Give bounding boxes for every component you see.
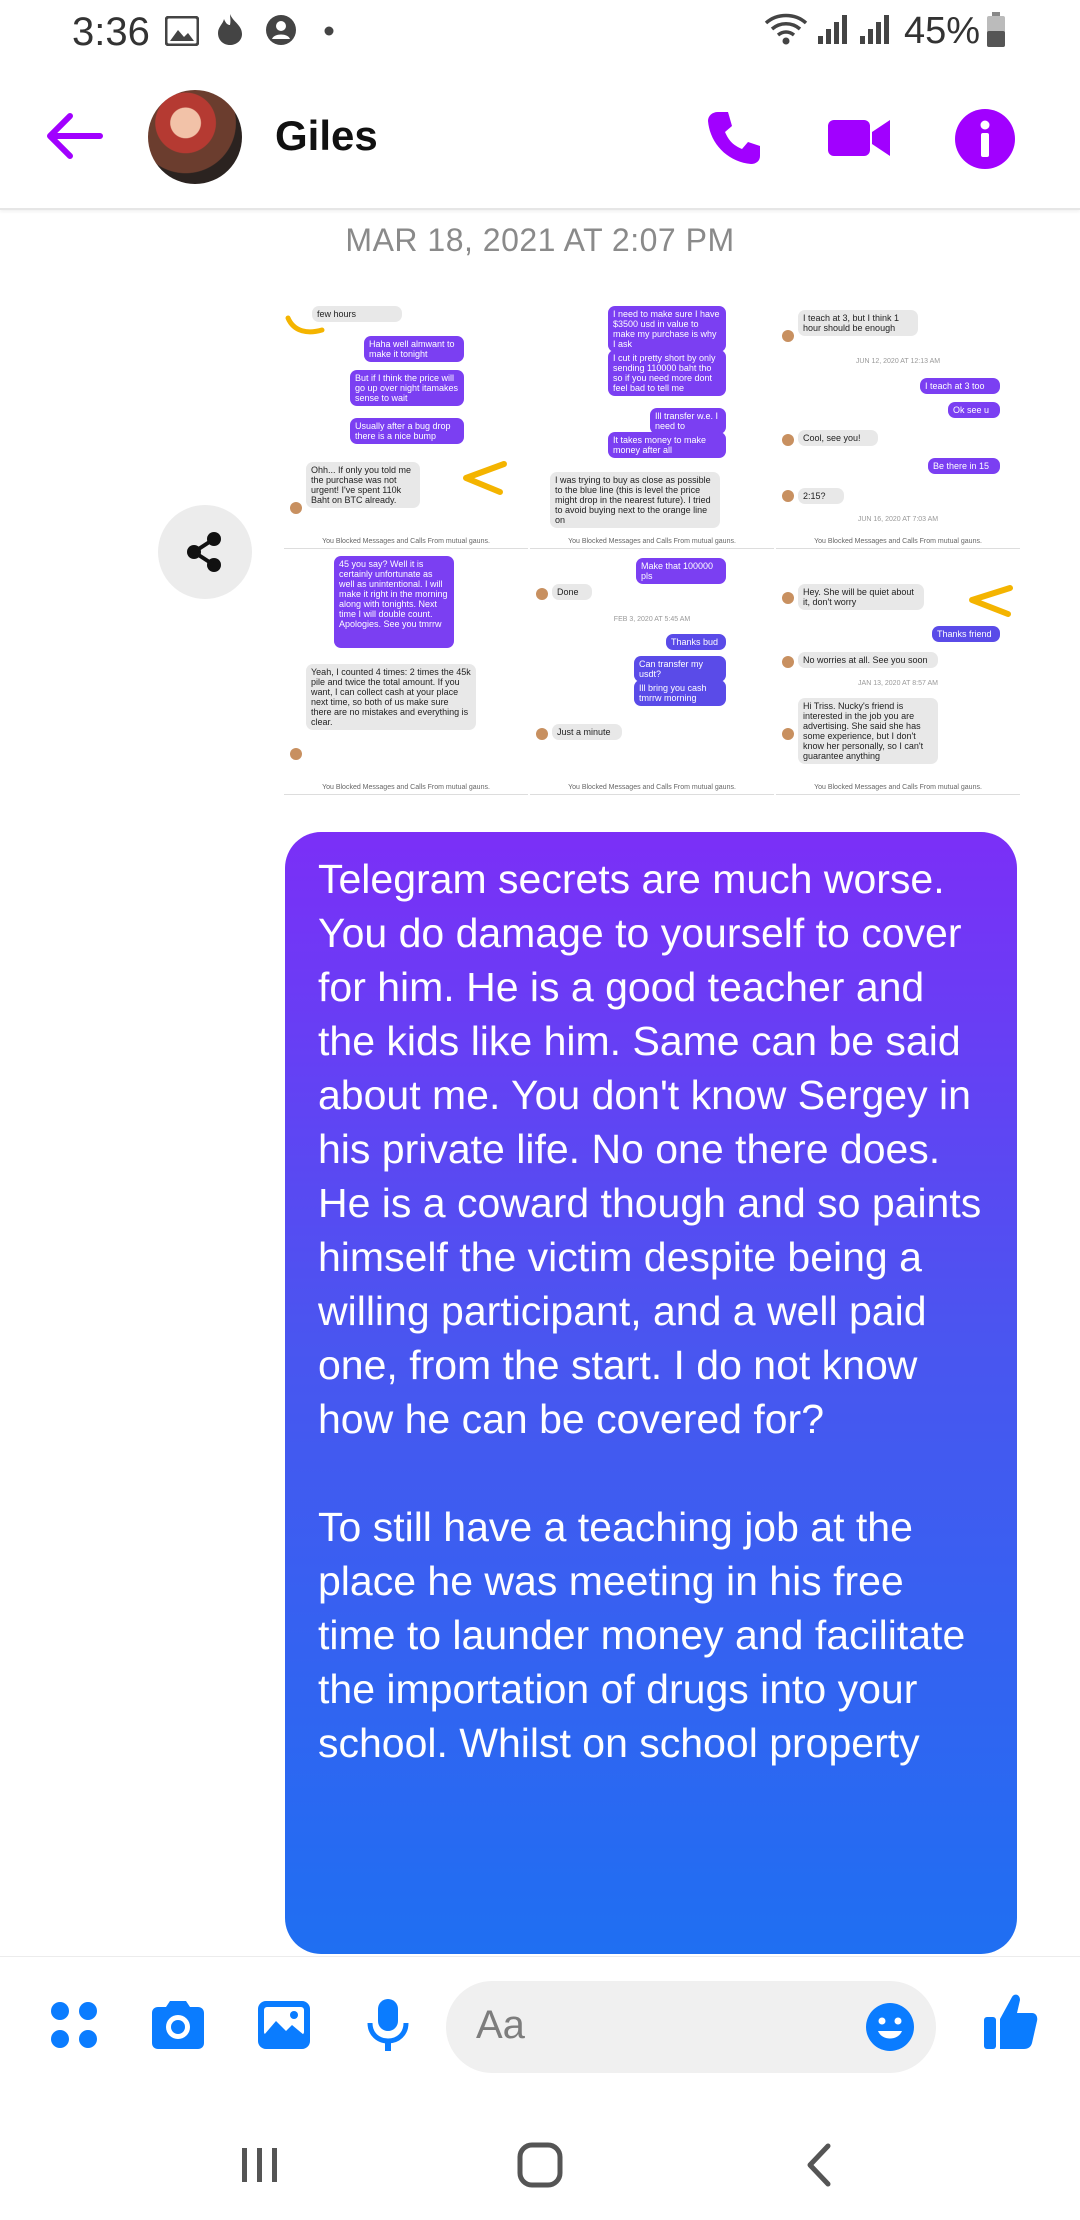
screenshot-panel: I need to make sure I have $3500 usd in … [530, 306, 774, 549]
chat-bubble: Cool, see you! [798, 430, 878, 446]
chat-bubble: I need to make sure I have $3500 usd in … [608, 306, 726, 352]
blocked-notice: You Blocked Messages and Calls From mutu… [568, 784, 736, 791]
status-bar: 3:36 45% [0, 0, 1080, 66]
date-label: JAN 13, 2020 AT 8:57 AM [858, 680, 938, 687]
message-paragraph: To still have a teaching job at the plac… [318, 1504, 966, 1766]
battery-percent: 45% [904, 10, 981, 52]
wifi-icon [764, 13, 808, 45]
chat-bubble: Done [552, 584, 592, 600]
avatar [782, 656, 794, 668]
chat-bubble: Be there in 15 [928, 458, 1000, 474]
emoji-icon[interactable] [864, 2001, 916, 2053]
avatar [536, 728, 548, 740]
blocked-notice: You Blocked Messages and Calls From mutu… [814, 538, 982, 545]
arrow-annotation-icon [969, 585, 1013, 617]
date-label: JUN 16, 2020 AT 7:03 AM [857, 516, 939, 523]
avatar [782, 330, 794, 342]
avatar[interactable] [148, 90, 242, 184]
sent-message-bubble[interactable]: Telegram secrets are much worse. You do … [285, 832, 1017, 1954]
blocked-notice: You Blocked Messages and Calls From mutu… [814, 784, 982, 791]
message-composer: Aa [0, 1956, 1080, 2089]
chat-bubble: Ok see u [948, 402, 1000, 418]
microphone-icon[interactable] [364, 1997, 412, 2053]
phone-icon[interactable] [704, 108, 764, 168]
conversation-header: Giles [0, 66, 1080, 210]
arrow-annotation-icon [463, 461, 507, 495]
chat-bubble: Ill transfer w.e. I need to [650, 408, 726, 434]
chat-bubble: But if I think the price will go up over… [350, 370, 464, 406]
chat-bubble: I teach at 3, but I think 1 hour should … [798, 310, 918, 336]
back-icon[interactable] [790, 2142, 850, 2188]
avatar [782, 490, 794, 502]
shared-image[interactable]: few hours Haha well almwant to make it t… [284, 306, 1020, 798]
thumbs-up-icon[interactable] [982, 1991, 1038, 2051]
status-time: 3:36 [72, 10, 150, 54]
chat-bubble: Make that 100000 pls [636, 558, 726, 584]
chat-bubble: I teach at 3 too [920, 378, 1000, 394]
avatar [782, 434, 794, 446]
chat-bubble: Hey. She will be quiet about it, don't w… [798, 584, 924, 610]
avatar [782, 592, 794, 604]
back-arrow-icon[interactable] [44, 110, 104, 162]
screenshot-panel: Hey. She will be quiet about it, don't w… [776, 552, 1020, 795]
date-label: JUN 12, 2020 AT 12:13 AM [855, 358, 941, 365]
screenshot-panel: Make that 100000 pls Done FEB 3, 2020 AT… [530, 552, 774, 795]
share-icon [187, 532, 221, 572]
chat-bubble: I was trying to buy as close as possible… [550, 472, 720, 528]
chat-bubble: Hi Triss. Nucky's friend is interested i… [798, 698, 938, 764]
arrow-annotation-icon [285, 315, 325, 335]
gallery-icon [165, 16, 199, 46]
chat-bubble: Usually after a bug drop there is a nice… [350, 418, 464, 444]
avatar [536, 588, 548, 600]
blocked-notice: You Blocked Messages and Calls From mutu… [568, 538, 736, 545]
chat-bubble: It takes money to make money after all [608, 432, 726, 458]
system-nav-bar [0, 2108, 1080, 2220]
chat-bubble: Ill bring you cash tmrrw morning [634, 680, 726, 706]
avatar [290, 502, 302, 514]
account-icon [266, 15, 296, 45]
chat-bubble: I cut it pretty short by only sending 11… [608, 350, 726, 396]
chat-bubble: Thanks friend [932, 626, 1000, 642]
blocked-notice: You Blocked Messages and Calls From mutu… [322, 784, 490, 791]
chat-bubble: No worries at all. See you soon [798, 652, 938, 668]
more-actions-icon[interactable] [46, 1997, 102, 2053]
message-input[interactable]: Aa [446, 1981, 936, 2073]
message-timestamp: MAR 18, 2021 AT 2:07 PM [345, 222, 735, 258]
info-icon[interactable] [954, 108, 1016, 170]
tinder-flame-icon [218, 14, 242, 45]
screenshot-panel: 45 you say? Well it is certainly unfortu… [284, 552, 528, 795]
share-button[interactable] [158, 505, 252, 599]
screenshot-panel: I teach at 3, but I think 1 hour should … [776, 306, 1020, 549]
battery-icon [987, 12, 1005, 47]
avatar [782, 728, 794, 740]
date-label: FEB 3, 2020 AT 5:45 AM [613, 616, 691, 623]
home-icon[interactable] [510, 2142, 570, 2188]
signal-icon [860, 15, 889, 44]
chat-bubble: 2:15? [798, 488, 844, 504]
message-input-placeholder: Aa [476, 2003, 525, 2047]
chat-bubble: Haha well almwant to make it tonight [364, 336, 464, 362]
gallery-icon[interactable] [256, 1997, 312, 2053]
video-call-icon[interactable] [826, 108, 892, 168]
signal-icon [818, 15, 847, 44]
chat-bubble: Yeah, I counted 4 times: 2 times the 45k… [306, 664, 476, 730]
avatar [290, 748, 302, 760]
chat-bubble: 45 you say? Well it is certainly unfortu… [334, 556, 454, 648]
chat-bubble: Thanks bud [666, 634, 726, 650]
recent-apps-icon[interactable] [230, 2142, 290, 2188]
camera-icon[interactable] [148, 1997, 208, 2053]
contact-name[interactable]: Giles [275, 112, 378, 160]
chat-bubble: Just a minute [552, 724, 622, 740]
blocked-notice: You Blocked Messages and Calls From mutu… [322, 538, 490, 545]
dot-icon [324, 26, 334, 36]
screenshot-panel: few hours Haha well almwant to make it t… [284, 306, 528, 549]
chat-bubble: Ohh... If only you told me the purchase … [306, 462, 420, 508]
chat-bubble: Can transfer my usdt? [634, 656, 726, 682]
message-paragraph: Telegram secrets are much worse. You do … [318, 856, 982, 1442]
